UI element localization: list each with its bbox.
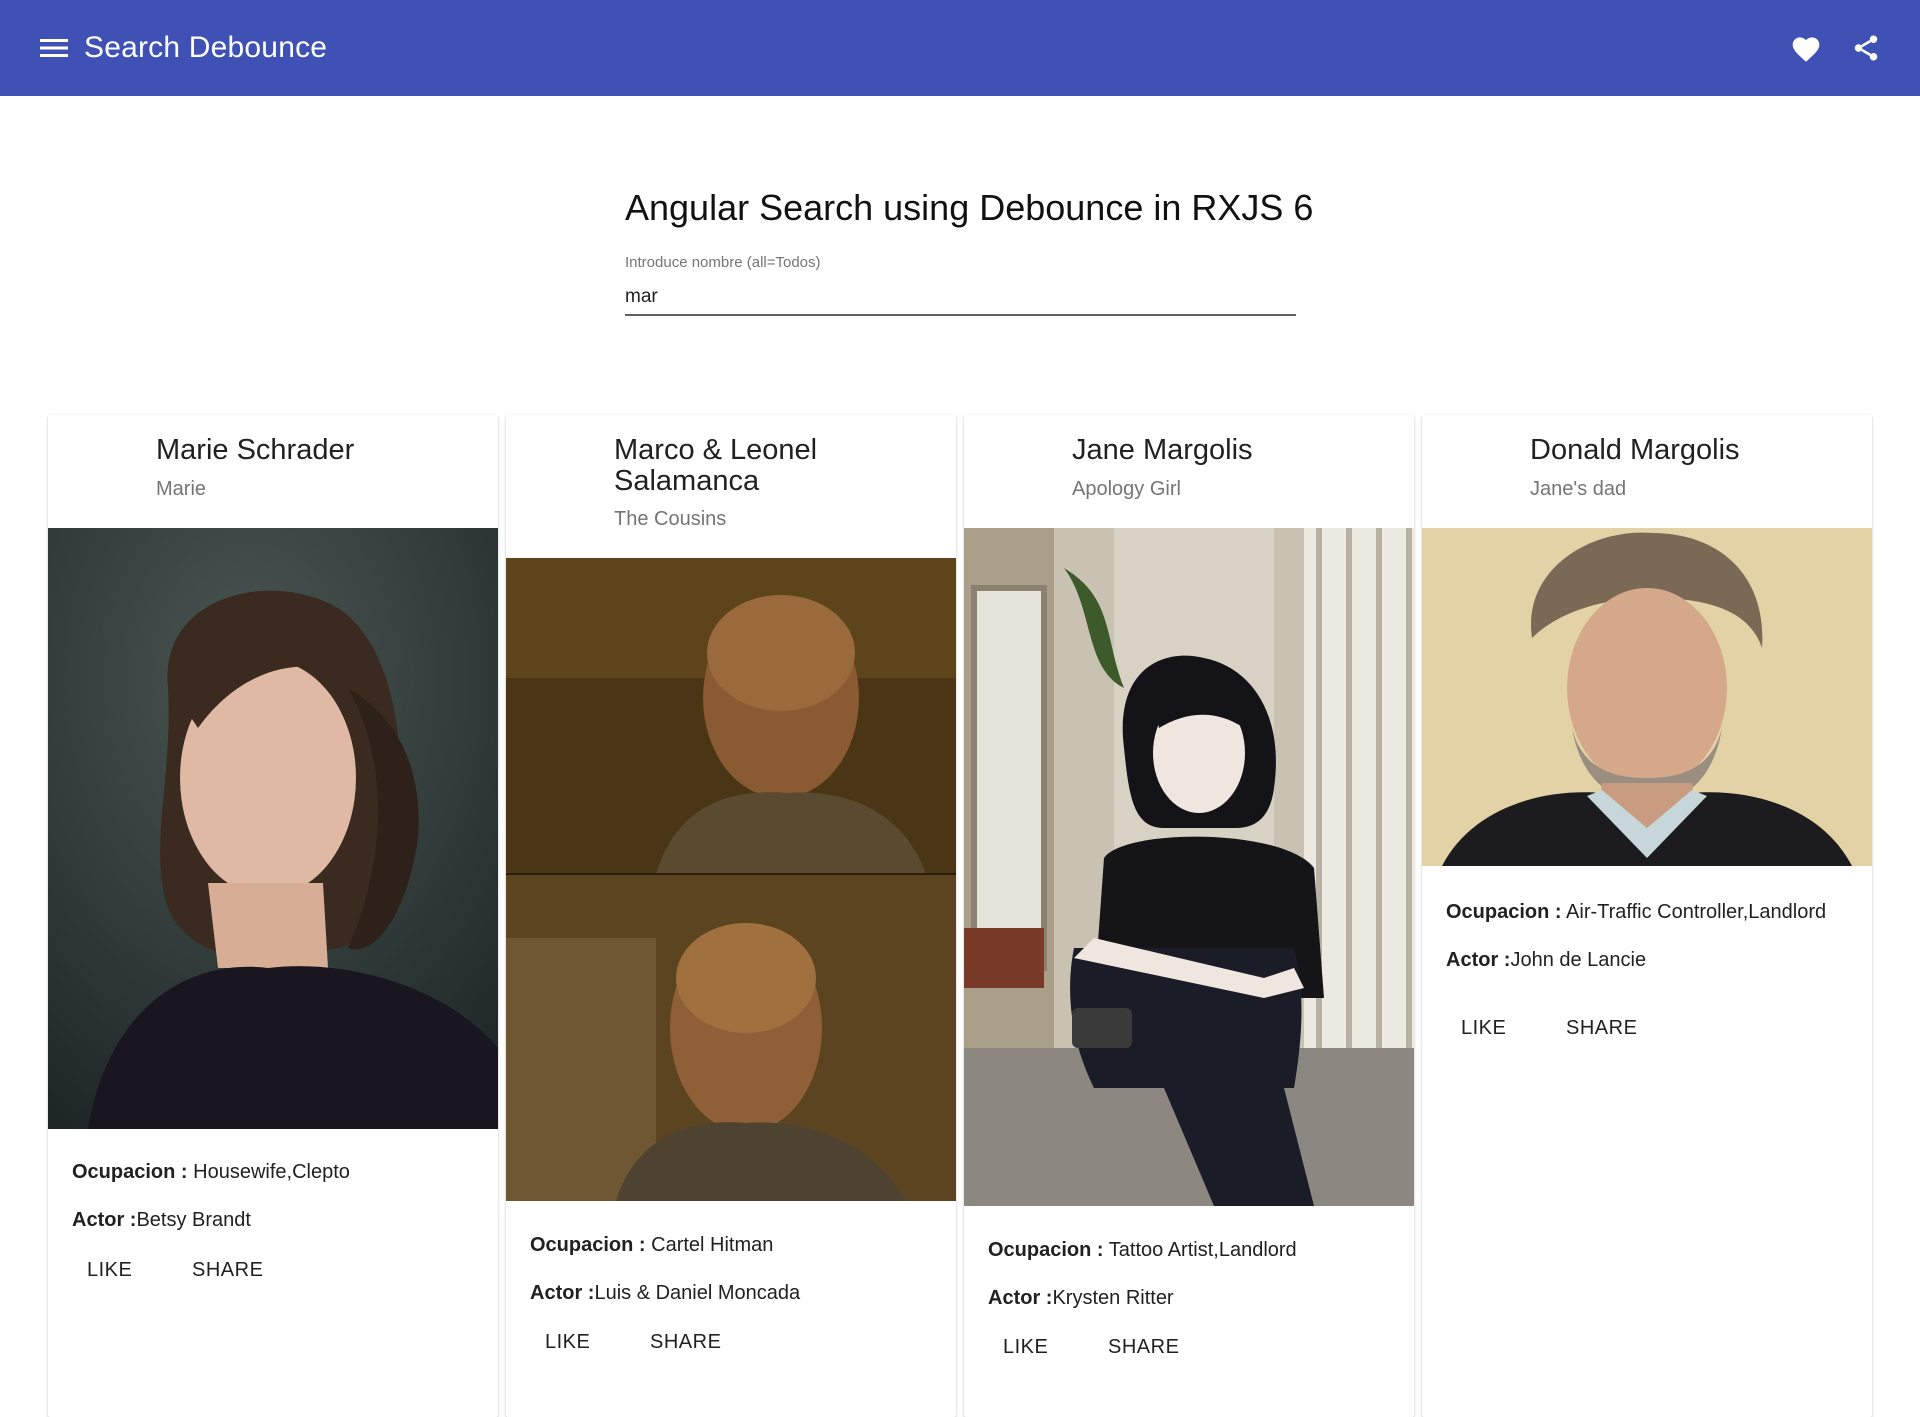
- heart-icon: [1792, 37, 1820, 62]
- actor-label: Actor :: [988, 1287, 1053, 1309]
- app-title: Search Debounce: [84, 31, 328, 64]
- share-button[interactable]: [1846, 26, 1886, 70]
- character-card: Marco & Leonel Salamanca The Cousins Ocu…: [506, 415, 956, 1417]
- occupation-line: Ocupacion : Tattoo Artist,Landlord: [988, 1238, 1297, 1262]
- character-photo: [1422, 528, 1872, 866]
- card-subtitle: Apology Girl: [1072, 478, 1181, 500]
- character-photo: [964, 528, 1414, 1206]
- card-subtitle: The Cousins: [614, 508, 727, 530]
- card-title: Donald Margolis: [1530, 434, 1740, 466]
- share-card-button[interactable]: SHARE: [178, 1248, 277, 1292]
- actor-value: Luis & Daniel Moncada: [594, 1282, 801, 1304]
- actor-label: Actor :: [530, 1282, 595, 1304]
- occupation-label: Ocupacion :: [72, 1161, 188, 1183]
- occupation-line: Ocupacion : Housewife,Clepto: [72, 1160, 350, 1184]
- actor-line: Actor :Krysten Ritter: [988, 1286, 1174, 1310]
- search-field: Introduce nombre (all=Todos): [625, 254, 1296, 316]
- actor-value: John de Lancie: [1510, 949, 1647, 971]
- card-subtitle: Jane's dad: [1530, 478, 1627, 500]
- occupation-value: Air-Traffic Controller,Landlord: [1566, 901, 1827, 923]
- like-button[interactable]: LIKE: [989, 1325, 1062, 1369]
- card-title: Marco & Leonel Salamanca: [614, 434, 818, 497]
- character-card: Jane Margolis Apology Girl Ocupacion : T…: [964, 415, 1414, 1417]
- character-photo: [48, 528, 498, 1129]
- card-title: Jane Margolis: [1072, 434, 1253, 466]
- actor-line: Actor :John de Lancie: [1446, 948, 1646, 972]
- share-icon: [1854, 35, 1878, 61]
- search-underline: [625, 314, 1296, 316]
- occupation-label: Ocupacion :: [1446, 901, 1562, 923]
- share-card-button[interactable]: SHARE: [1094, 1325, 1193, 1369]
- favorite-button[interactable]: [1786, 26, 1826, 70]
- occupation-label: Ocupacion :: [988, 1239, 1104, 1261]
- actor-value: Betsy Brandt: [136, 1209, 251, 1231]
- actor-value: Krysten Ritter: [1052, 1287, 1174, 1309]
- like-button[interactable]: LIKE: [531, 1320, 604, 1364]
- search-input[interactable]: [625, 282, 1296, 312]
- actor-line: Actor :Betsy Brandt: [72, 1208, 251, 1232]
- actor-label: Actor :: [72, 1209, 137, 1231]
- like-button[interactable]: LIKE: [73, 1248, 146, 1292]
- share-card-button[interactable]: SHARE: [1552, 1006, 1651, 1050]
- like-button[interactable]: LIKE: [1447, 1006, 1520, 1050]
- occupation-value: Cartel Hitman: [651, 1234, 774, 1256]
- card-title: Marie Schrader: [156, 434, 355, 466]
- app-toolbar: Search Debounce: [0, 0, 1920, 96]
- actor-label: Actor :: [1446, 949, 1511, 971]
- occupation-label: Ocupacion :: [530, 1234, 646, 1256]
- occupation-value: Housewife,Clepto: [193, 1161, 350, 1183]
- share-card-button[interactable]: SHARE: [636, 1320, 735, 1364]
- character-card: Marie Schrader Marie Ocupacion : Housewi…: [48, 415, 498, 1417]
- search-label: Introduce nombre (all=Todos): [625, 254, 821, 271]
- page-title: Angular Search using Debounce in RXJS 6: [625, 187, 1314, 228]
- card-subtitle: Marie: [156, 478, 207, 500]
- menu-button[interactable]: [30, 26, 78, 70]
- actor-line: Actor :Luis & Daniel Moncada: [530, 1281, 800, 1305]
- occupation-line: Ocupacion : Cartel Hitman: [530, 1233, 773, 1257]
- menu-icon: [40, 39, 68, 57]
- character-card: Donald Margolis Jane's dad Ocupacion : A…: [1422, 415, 1872, 1417]
- occupation-line: Ocupacion : Air-Traffic Controller,Landl…: [1446, 900, 1826, 924]
- character-photo: [506, 558, 956, 1201]
- occupation-value: Tattoo Artist,Landlord: [1108, 1239, 1297, 1261]
